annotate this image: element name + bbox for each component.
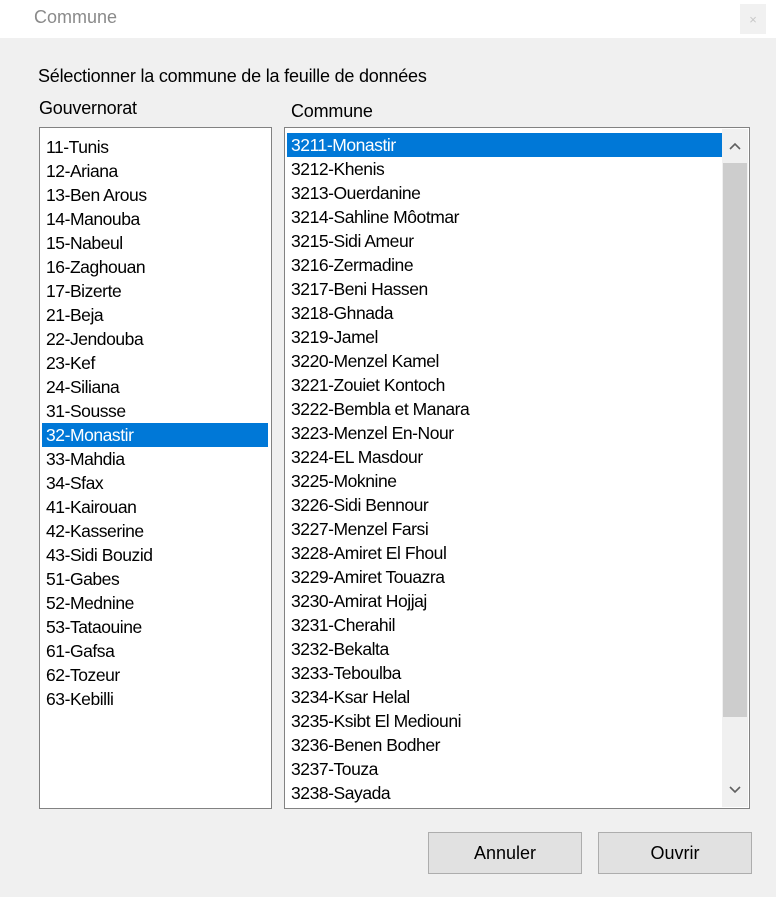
chevron-down-icon [729,786,741,794]
window-title: Commune [34,7,118,27]
commune-item[interactable]: 3237-Touza [287,757,724,781]
gouvernorat-item[interactable]: 11-Tunis [42,135,268,159]
commune-dialog: Commune × Sélectionner la commune de la … [0,0,776,897]
close-icon: × [749,11,757,27]
gouvernorat-item[interactable]: 12-Ariana [42,159,268,183]
commune-scrollbar[interactable] [722,129,748,807]
commune-item[interactable]: 3224-EL Masdour [287,445,724,469]
gouvernorat-item[interactable]: 63-Kebilli [42,687,268,711]
commune-item[interactable]: 3219-Jamel [287,325,724,349]
commune-item[interactable]: 3218-Ghnada [287,301,724,325]
gouvernorat-item[interactable]: 61-Gafsa [42,639,268,663]
commune-item[interactable]: 3230-Amirat Hojjaj [287,589,724,613]
commune-item[interactable]: 3236-Benen Bodher [287,733,724,757]
commune-item[interactable]: 3235-Ksibt El Mediouni [287,709,724,733]
gouvernorat-item[interactable]: 53-Tataouine [42,615,268,639]
gouvernorat-item[interactable]: 15-Nabeul [42,231,268,255]
gouvernorat-item[interactable]: 13-Ben Arous [42,183,268,207]
commune-item[interactable]: 3217-Beni Hassen [287,277,724,301]
scroll-down-button[interactable] [722,775,748,805]
commune-item[interactable]: 3213-Ouerdanine [287,181,724,205]
gouvernorat-item[interactable]: 51-Gabes [42,567,268,591]
commune-item[interactable]: 3223-Menzel En-Nour [287,421,724,445]
scrollbar-thumb[interactable] [723,163,747,717]
instruction-text: Sélectionner la commune de la feuille de… [38,66,427,86]
commune-listbox[interactable]: 3211-Monastir 3212-Khenis 3213-Ouerdanine 3… [284,127,750,809]
commune-item[interactable]: 3221-Zouiet Kontoch [287,373,724,397]
commune-item[interactable]: 3231-Cherahil [287,613,724,637]
open-button[interactable]: Ouvrir [598,832,752,874]
commune-item[interactable]: 3222-Bembla et Manara [287,397,724,421]
gouvernorat-item[interactable]: 52-Mednine [42,591,268,615]
gouvernorat-item[interactable]: 33-Mahdia [42,447,268,471]
title-bar: Commune × [0,0,776,38]
commune-item[interactable]: 3227-Menzel Farsi [287,517,724,541]
commune-item[interactable]: 3228-Amiret El Fhoul [287,541,724,565]
commune-item[interactable]: 3214-Sahline Môotmar [287,205,724,229]
commune-items: 3211-Monastir 3212-Khenis 3213-Ouerdanine 3… [287,133,749,805]
gouvernorat-item[interactable]: 43-Sidi Bouzid [42,543,268,567]
commune-item[interactable]: 3216-Zermadine [287,253,724,277]
gouvernorat-item[interactable]: 42-Kasserine [42,519,268,543]
gouvernorat-item[interactable]: 17-Bizerte [42,279,268,303]
commune-item[interactable]: 3233-Teboulba [287,661,724,685]
gouvernorat-item[interactable]: 14-Manouba [42,207,268,231]
chevron-up-icon [729,142,741,150]
commune-item[interactable]: 3229-Amiret Touazra [287,565,724,589]
gouvernorat-item[interactable]: 22-Jendouba [42,327,268,351]
gouvernorat-item[interactable]: 23-Kef [42,351,268,375]
gouvernorat-item[interactable]: 41-Kairouan [42,495,268,519]
scroll-up-button[interactable] [722,131,748,161]
gouvernorat-item[interactable]: 62-Tozeur [42,663,268,687]
close-button[interactable]: × [740,4,766,34]
commune-item[interactable]: 3212-Khenis [287,157,724,181]
cancel-button[interactable]: Annuler [428,832,582,874]
commune-item[interactable]: 3211-Monastir [287,133,724,157]
commune-item[interactable]: 3238-Sayada [287,781,724,805]
commune-item[interactable]: 3234-Ksar Helal [287,685,724,709]
commune-item[interactable]: 3226-Sidi Bennour [287,493,724,517]
commune-item[interactable]: 3215-Sidi Ameur [287,229,724,253]
gouvernorat-item[interactable]: 31-Sousse [42,399,268,423]
gouvernorat-item[interactable]: 16-Zaghouan [42,255,268,279]
commune-item[interactable]: 3232-Bekalta [287,637,724,661]
commune-label: Commune [291,101,373,121]
gouvernorat-item[interactable]: 32-Monastir [42,423,268,447]
gouvernorat-item[interactable]: 21-Beja [42,303,268,327]
commune-item[interactable]: 3225-Moknine [287,469,724,493]
gouvernorat-listbox[interactable]: 11-Tunis 12-Ariana 13-Ben Arous 14-Manouba 1… [39,127,272,809]
gouvernorat-item[interactable]: 34-Sfax [42,471,268,495]
commune-item[interactable]: 3220-Menzel Kamel [287,349,724,373]
gouvernorat-item[interactable]: 24-Siliana [42,375,268,399]
gouvernorat-label: Gouvernorat [39,98,137,118]
